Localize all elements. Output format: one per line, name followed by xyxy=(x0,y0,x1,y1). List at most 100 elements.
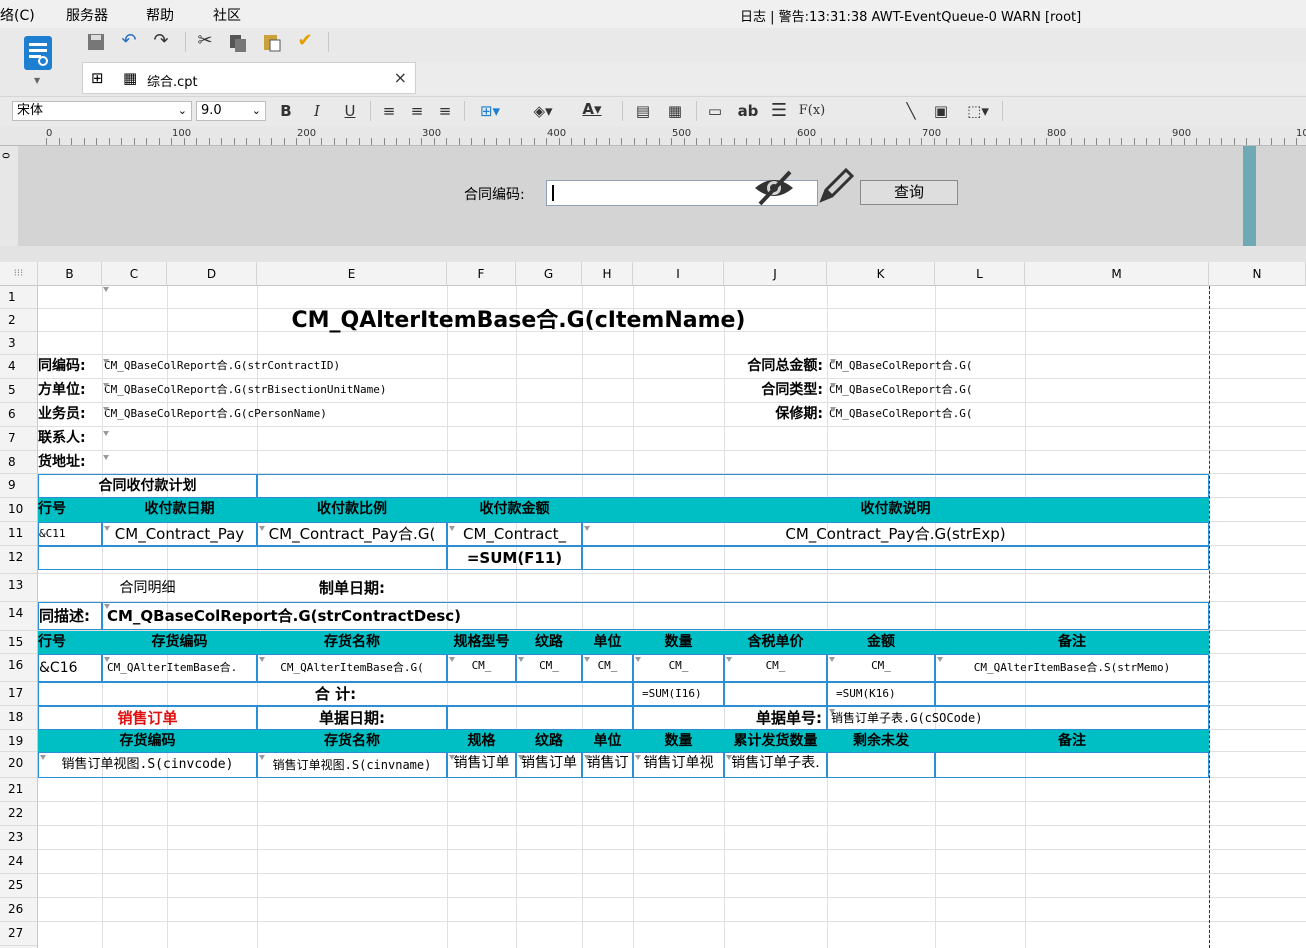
column-header-i[interactable]: I xyxy=(633,262,724,286)
column-header-k[interactable]: K xyxy=(827,262,935,286)
cell-j20[interactable]: 销售订单子表. xyxy=(724,752,827,778)
row-header-8[interactable]: 8 xyxy=(0,451,37,474)
cell-e11[interactable]: CM_Contract_Pay合.G( xyxy=(257,522,447,546)
cell-l20[interactable] xyxy=(935,752,1209,778)
cell-h19[interactable]: 单位 xyxy=(582,730,633,752)
cell-j6[interactable]: 保修期: xyxy=(638,403,827,426)
cell-b15[interactable]: 行号 xyxy=(38,631,102,654)
row-header-19[interactable]: 19 xyxy=(0,730,37,752)
row-header-18[interactable]: 18 xyxy=(0,706,37,730)
cell-b8[interactable]: 货地址: xyxy=(38,451,102,474)
formula-icon[interactable]: F(x) xyxy=(798,101,826,121)
cell-j18[interactable]: 单据单号: xyxy=(633,706,827,730)
cell-k4[interactable]: CM_QBaseColReport合.G( xyxy=(829,355,1025,378)
font-color-icon[interactable]: A▾ xyxy=(572,99,612,119)
cell-l16[interactable]: CM_QAlterItemBase合.S(strMemo) xyxy=(935,654,1209,682)
cell-b11[interactable]: &C11 xyxy=(38,522,102,546)
cell-b13[interactable]: 合同明细 xyxy=(38,574,257,602)
cell-f10[interactable]: 收付款金额 xyxy=(447,498,582,522)
row-header-22[interactable]: 22 xyxy=(0,802,37,826)
tab-report[interactable]: ⊞ ▦ 综合.cpt × xyxy=(82,62,416,94)
cell-g19[interactable]: 纹路 xyxy=(516,730,582,752)
log-status[interactable]: 日志 | 警告:13:31:38 AWT-EventQueue-0 WARN [… xyxy=(740,6,1081,25)
row-header-16[interactable]: 16 xyxy=(0,654,37,682)
cell-f12[interactable]: =SUM(F11) xyxy=(447,546,582,570)
column-header-e[interactable]: E xyxy=(257,262,447,286)
cell-e16[interactable]: CM_QAlterItemBase合.G( xyxy=(257,654,447,682)
cell-b17[interactable]: 合 计: xyxy=(38,682,633,706)
undo-icon[interactable]: ↶ xyxy=(118,31,140,51)
cell-c10[interactable]: 收付款日期 xyxy=(102,498,257,522)
cell-c11[interactable]: CM_Contract_Pay xyxy=(102,522,257,546)
cell-b5[interactable]: 方单位: xyxy=(38,379,102,402)
frame-icon[interactable]: ⬚▾ xyxy=(962,101,994,121)
column-header-n[interactable]: N xyxy=(1209,262,1306,286)
cell-e10[interactable]: 收付款比例 xyxy=(257,498,447,522)
cell-j4[interactable]: 合同总金额: xyxy=(638,355,827,378)
cell-g16[interactable]: CM_ xyxy=(516,654,582,682)
merge-icon[interactable]: ▤ xyxy=(632,101,654,121)
menu-network[interactable]: 络(C) xyxy=(0,5,35,25)
cell-e20[interactable]: 销售订单视图.S(cinvname) xyxy=(257,752,447,778)
font-family-select[interactable]: 宋体 ⌄ xyxy=(12,101,192,121)
cell-b12[interactable] xyxy=(38,546,447,570)
pencil-icon[interactable] xyxy=(816,166,856,206)
italic-button[interactable]: I xyxy=(307,101,327,121)
row-header-13[interactable]: 13 xyxy=(0,574,37,602)
cell-b10[interactable]: 行号 xyxy=(38,498,102,522)
cell-k15[interactable]: 金额 xyxy=(827,631,935,654)
column-header-c[interactable]: C xyxy=(102,262,167,286)
cell-b20[interactable]: 销售订单视图.S(cinvcode) xyxy=(38,752,257,778)
query-button[interactable]: 查询 xyxy=(860,180,958,205)
cell-e19[interactable]: 存货名称 xyxy=(257,730,447,752)
cell-i17[interactable]: =SUM(I16) xyxy=(633,682,724,706)
cell-f20[interactable]: 销售订单 xyxy=(447,752,516,778)
designer-icon[interactable] xyxy=(22,34,54,72)
align-center-icon[interactable]: ≡ xyxy=(406,101,428,121)
paste-icon[interactable] xyxy=(262,32,282,52)
cell-e13[interactable]: 制单日期: xyxy=(257,574,447,602)
cell-j5[interactable]: 合同类型: xyxy=(638,379,827,402)
cell-f18[interactable] xyxy=(447,706,633,730)
cell-c4[interactable]: CM_QBaseColReport合.G(strContractID) xyxy=(104,355,444,378)
row-header-1[interactable]: 1 xyxy=(0,286,37,309)
bold-button[interactable]: B xyxy=(276,101,296,121)
save-icon[interactable] xyxy=(86,32,106,52)
cell-g20[interactable]: 销售订单 xyxy=(516,752,582,778)
select-all-corner[interactable]: ⁝⁝⁝ xyxy=(0,262,38,286)
column-header-l[interactable]: L xyxy=(935,262,1025,286)
cell-e18[interactable]: 单据日期: xyxy=(257,706,447,730)
copy-icon[interactable] xyxy=(228,33,248,53)
cell-h11[interactable]: CM_Contract_Pay合.G(strExp) xyxy=(582,522,1209,546)
row-header-10[interactable]: 10 xyxy=(0,498,37,522)
row-header-3[interactable]: 3 xyxy=(0,332,37,355)
cell-c5[interactable]: CM_QBaseColReport合.G(strBisectionUnitNam… xyxy=(104,379,444,402)
cell-b6[interactable]: 业务员: xyxy=(38,403,102,426)
border-icon[interactable]: ⊞▾ xyxy=(472,101,508,121)
row-header-9[interactable]: 9 xyxy=(0,474,37,498)
font-size-select[interactable]: 9.0 ⌄ xyxy=(196,101,266,121)
format-painter-icon[interactable]: ✔ xyxy=(294,31,316,51)
row-header-15[interactable]: 15 xyxy=(0,631,37,654)
cell-j15[interactable]: 含税单价 xyxy=(724,631,827,654)
row-header-6[interactable]: 6 xyxy=(0,403,37,427)
cell-l17[interactable] xyxy=(935,682,1209,706)
split-icon[interactable]: ▦ xyxy=(664,101,686,121)
cell-h15[interactable]: 单位 xyxy=(582,631,633,654)
column-header-f[interactable]: F xyxy=(447,262,516,286)
row-header-17[interactable]: 17 xyxy=(0,682,37,706)
text-field-icon[interactable]: ▭ xyxy=(704,101,726,121)
cell-f16[interactable]: CM_ xyxy=(447,654,516,682)
cell-f11[interactable]: CM_Contract_ xyxy=(447,522,582,546)
column-header-j[interactable]: J xyxy=(724,262,827,286)
sub-report-icon[interactable]: ▣ xyxy=(930,101,952,121)
row-header-20[interactable]: 20 xyxy=(0,752,37,778)
column-header-h[interactable]: H xyxy=(582,262,633,286)
redo-icon[interactable]: ↷ xyxy=(150,31,172,51)
column-header-g[interactable]: G xyxy=(516,262,582,286)
menu-community[interactable]: 社区 xyxy=(213,5,241,25)
cell-k6[interactable]: CM_QBaseColReport合.G( xyxy=(829,403,1025,426)
row-header-25[interactable]: 25 xyxy=(0,874,37,898)
underline-button[interactable]: U xyxy=(340,101,360,121)
cell-h10[interactable]: 收付款说明 xyxy=(582,498,1209,522)
